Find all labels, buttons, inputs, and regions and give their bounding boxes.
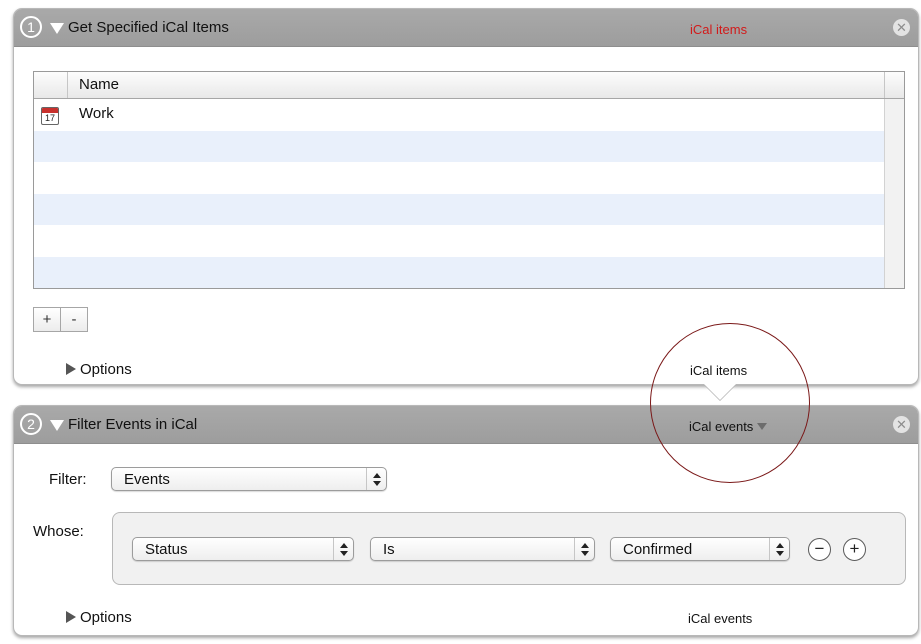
- input-type-label: iCal events: [689, 419, 754, 434]
- options-disclosure[interactable]: Options: [66, 609, 132, 626]
- output-type-label: iCal events: [688, 611, 753, 626]
- criterion-value-popup[interactable]: Confirmed: [610, 537, 790, 561]
- table-row-empty: [34, 256, 885, 288]
- table-row-empty: [34, 130, 885, 162]
- filter-popup[interactable]: Events: [111, 467, 387, 491]
- disclosure-right-icon: [66, 363, 76, 375]
- action-title: Get Specified iCal Items: [68, 19, 229, 36]
- vertical-scrollbar[interactable]: [884, 99, 904, 288]
- output-type-label: iCal items: [690, 363, 748, 378]
- filter-value: Events: [124, 471, 170, 488]
- popup-arrows-icon: [333, 538, 353, 560]
- remove-item-button[interactable]: -: [60, 308, 87, 331]
- table-row[interactable]: 17 Work: [34, 99, 885, 131]
- table-rows: 17 Work: [34, 99, 885, 288]
- disclosure-right-icon: [66, 611, 76, 623]
- whose-label: Whose:: [33, 523, 84, 540]
- collapse-triangle-icon[interactable]: [50, 23, 64, 34]
- header-corner: [884, 72, 904, 98]
- options-disclosure[interactable]: Options: [66, 361, 132, 378]
- calendar-icon-day: 17: [44, 113, 55, 123]
- icon-column-header: [34, 72, 68, 98]
- criterion-field-value: Status: [145, 541, 188, 558]
- step-number: 2: [20, 413, 42, 435]
- row-label: Work: [79, 105, 114, 122]
- collapse-triangle-icon[interactable]: [50, 420, 64, 431]
- action-title: Filter Events in iCal: [68, 416, 198, 433]
- table-row-empty: [34, 193, 885, 225]
- close-action-button[interactable]: ✕: [893, 19, 910, 36]
- input-type-selector[interactable]: iCal events: [689, 419, 768, 434]
- calendar-icon: 17: [41, 107, 59, 125]
- remove-criterion-button[interactable]: −: [808, 538, 831, 561]
- dropdown-arrow-icon: [757, 423, 768, 430]
- criterion-operator-value: Is: [383, 541, 395, 558]
- criterion-value: Confirmed: [623, 541, 693, 558]
- add-item-button[interactable]: +: [34, 308, 60, 331]
- table-row-empty: [34, 225, 885, 257]
- add-criterion-button[interactable]: +: [843, 538, 866, 561]
- criterion-operator-popup[interactable]: Is: [370, 537, 595, 561]
- popup-arrows-icon: [574, 538, 594, 560]
- step-number: 1: [20, 16, 42, 38]
- action-connector: [704, 384, 736, 400]
- items-table[interactable]: Name 17 Work: [33, 71, 905, 289]
- close-action-button[interactable]: ✕: [893, 416, 910, 433]
- action-filter-events-in-ical: 2 Filter Events in iCal iCal events ✕ Fi…: [13, 405, 919, 636]
- options-label: Options: [80, 609, 132, 626]
- options-label: Options: [80, 361, 132, 378]
- criterion-field-popup[interactable]: Status: [132, 537, 354, 561]
- action-get-specified-ical-items: 1 Get Specified iCal Items iCal items ✕ …: [13, 8, 919, 385]
- popup-arrows-icon: [769, 538, 789, 560]
- action-header[interactable]: 1 Get Specified iCal Items iCal items ✕: [14, 9, 918, 47]
- filter-label: Filter:: [49, 471, 87, 488]
- input-type-label: iCal items: [690, 22, 748, 37]
- add-remove-buttons: + -: [33, 307, 88, 332]
- name-column-header[interactable]: Name: [79, 76, 119, 93]
- popup-arrows-icon: [366, 468, 386, 490]
- table-row-empty: [34, 162, 885, 194]
- table-header: Name: [34, 72, 904, 99]
- action-header[interactable]: 2 Filter Events in iCal iCal events ✕: [14, 406, 918, 444]
